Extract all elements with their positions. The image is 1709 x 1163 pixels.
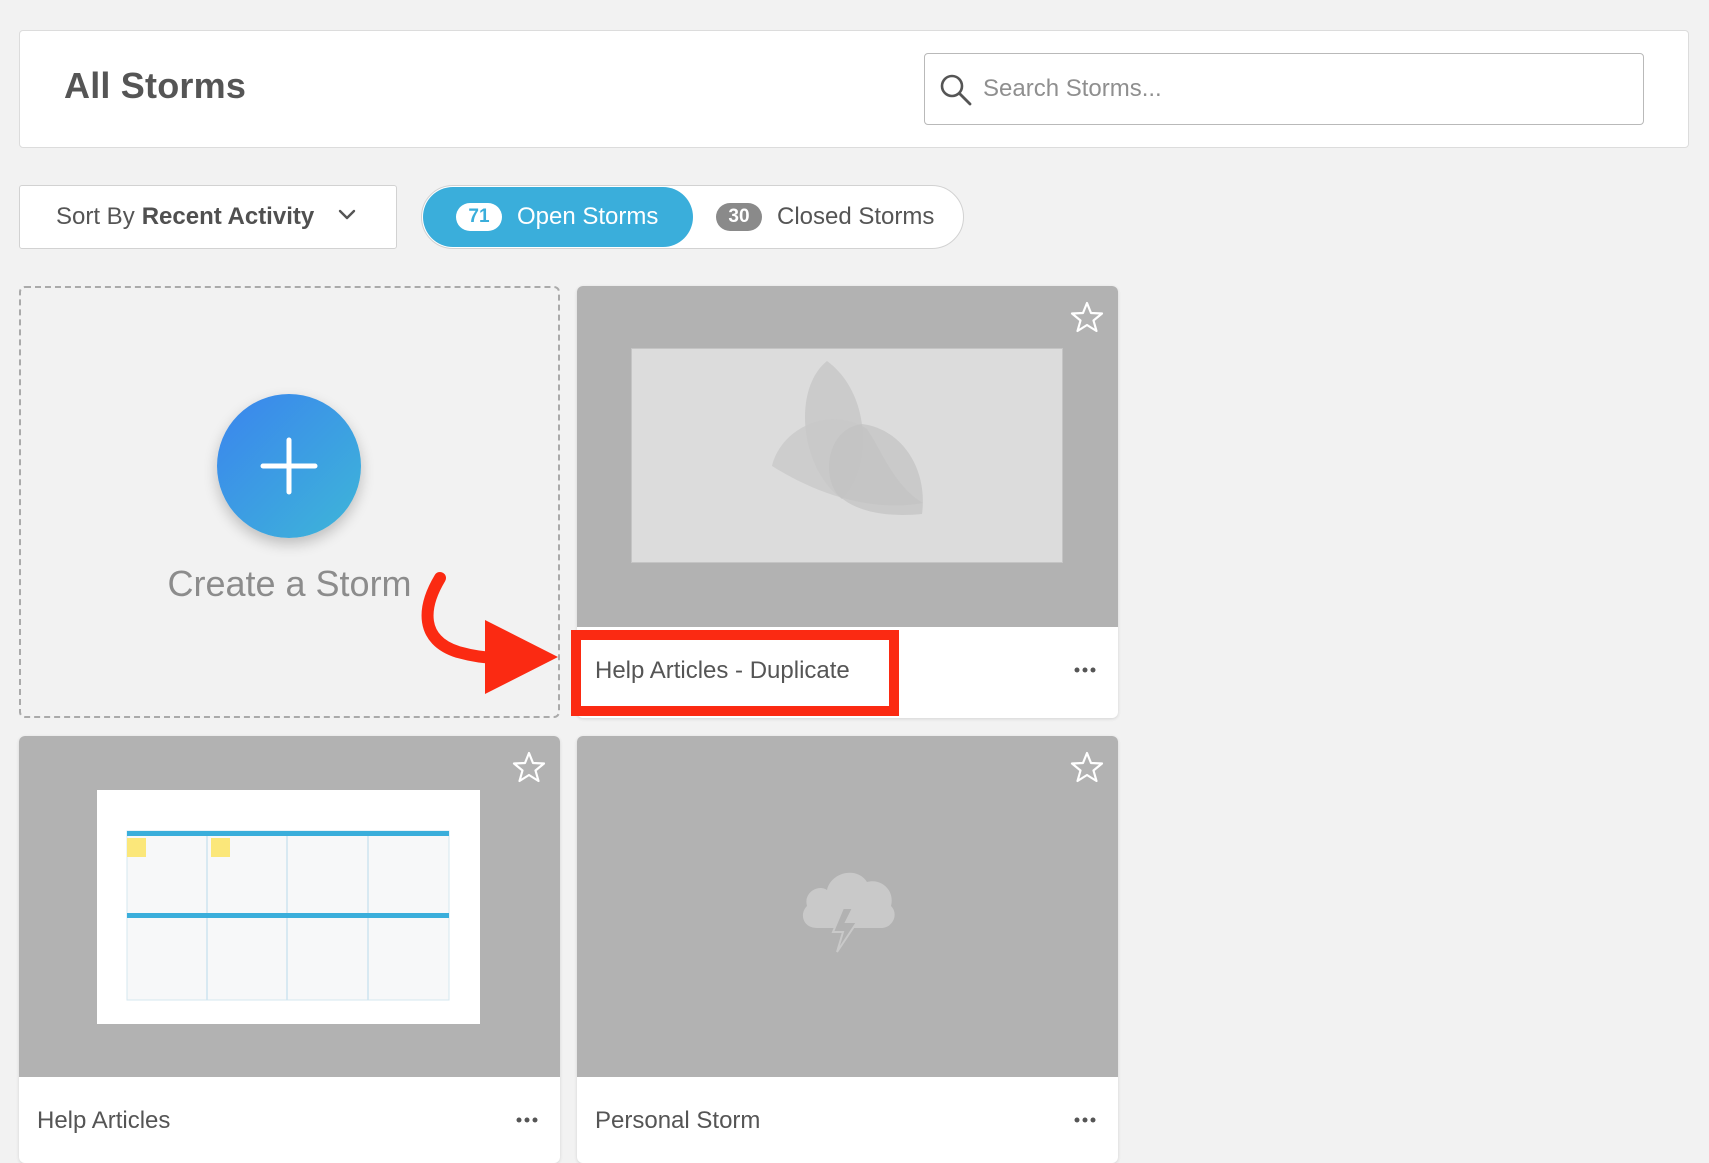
storm-cloud-icon <box>802 872 895 953</box>
storm-card[interactable]: Personal Storm <box>577 736 1118 1163</box>
closed-count-badge: 30 <box>716 203 762 231</box>
open-storms-label: Open Storms <box>517 203 659 230</box>
star-icon[interactable] <box>1070 750 1104 784</box>
card-footer: Help Articles <box>19 1077 560 1163</box>
star-icon[interactable] <box>1070 300 1104 334</box>
more-options-icon[interactable] <box>1074 667 1096 673</box>
placeholder-frame <box>631 348 1063 563</box>
card-thumbnail <box>19 736 560 1077</box>
annotation-highlight-box <box>571 630 899 716</box>
open-storms-tab[interactable]: 71 Open Storms <box>423 187 693 247</box>
card-thumbnail <box>577 736 1118 1077</box>
star-icon[interactable] <box>512 750 546 784</box>
board-preview <box>97 790 480 1024</box>
open-count-badge: 71 <box>456 203 502 231</box>
sort-prefix: Sort By <box>56 203 135 230</box>
storm-status-toggle: 71 Open Storms 30 Closed Storms <box>421 185 964 249</box>
closed-storms-label: Closed Storms <box>777 203 935 230</box>
plus-icon <box>260 437 318 495</box>
chevron-down-icon <box>338 209 356 220</box>
storm-title[interactable]: Personal Storm <box>595 1107 760 1135</box>
search-icon <box>940 74 972 106</box>
storm-title[interactable]: Help Articles <box>37 1107 170 1135</box>
card-footer: Personal Storm <box>577 1077 1118 1163</box>
annotation-arrow-icon <box>421 572 558 694</box>
more-options-icon[interactable] <box>516 1117 538 1123</box>
all-storms-page: All Storms Sort By Recent Activity 71 Op… <box>0 0 1709 1163</box>
sticky-note-board <box>126 830 450 1001</box>
more-options-icon[interactable] <box>1074 1117 1096 1123</box>
sort-value: Recent Activity <box>141 203 315 230</box>
storm-card[interactable]: Help Articles <box>19 736 560 1163</box>
search-input[interactable] <box>983 54 1623 124</box>
placeholder-logo-icon <box>772 361 923 515</box>
card-thumbnail <box>577 286 1118 627</box>
page-title: All Storms <box>64 65 247 106</box>
sort-dropdown[interactable]: Sort By Recent Activity <box>19 185 397 249</box>
closed-storms-tab[interactable]: 30 Closed Storms <box>712 187 962 247</box>
create-storm-button[interactable] <box>217 394 361 538</box>
header-bar: All Storms <box>19 30 1689 148</box>
search-box[interactable] <box>924 53 1644 125</box>
